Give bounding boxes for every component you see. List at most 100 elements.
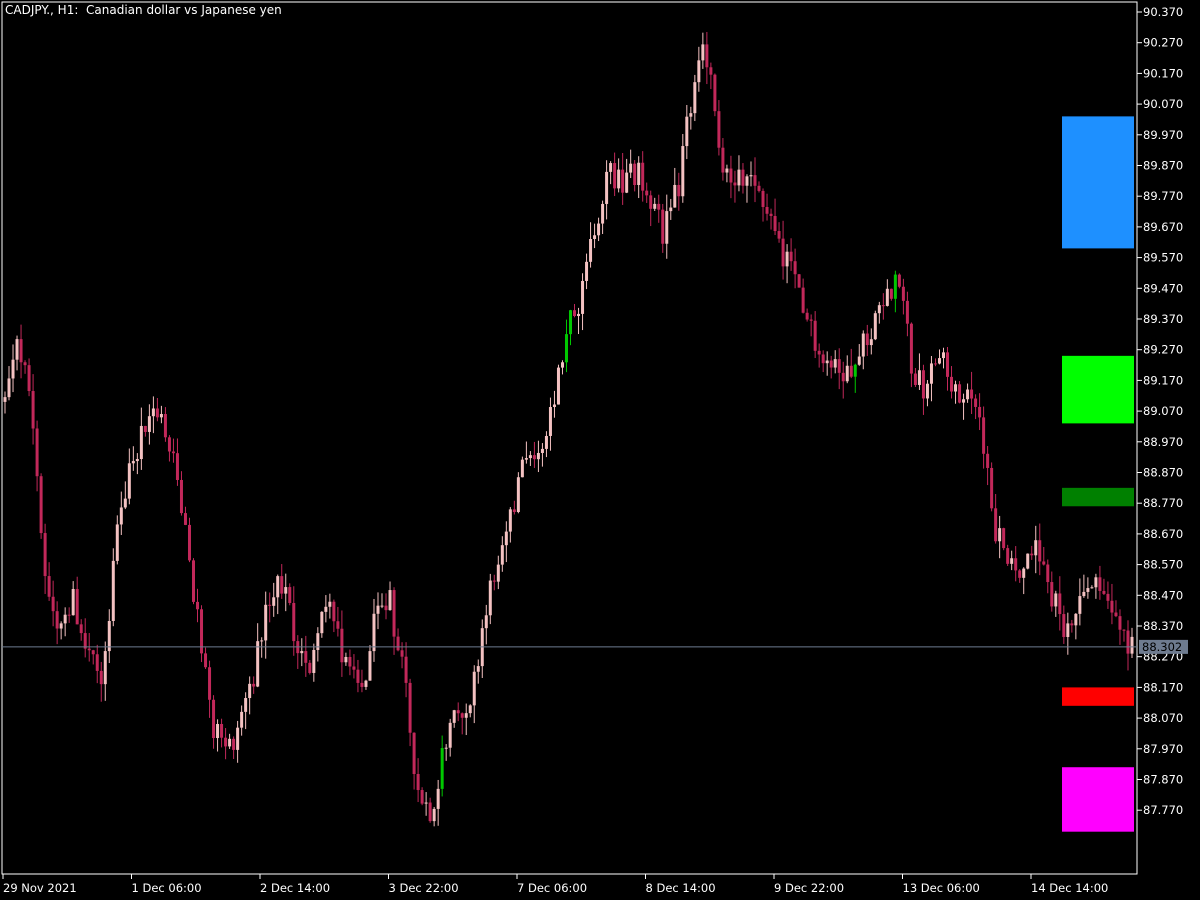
candle: [946, 346, 950, 391]
candle: [19, 324, 23, 379]
candle: [1078, 578, 1082, 626]
candle: [200, 605, 204, 663]
candle: [585, 253, 589, 290]
candle: [1130, 627, 1134, 659]
candle: [865, 324, 869, 356]
candle: [400, 642, 404, 669]
price-tick-label: 88.470: [1143, 588, 1183, 602]
candle: [937, 349, 941, 365]
candle: [986, 446, 990, 486]
candle: [1114, 600, 1118, 618]
candle: [1034, 525, 1038, 574]
candle: [1038, 523, 1042, 576]
candle: [966, 383, 970, 403]
candle: [857, 344, 861, 366]
candle: [877, 301, 881, 324]
candle: [55, 601, 59, 645]
candle: [460, 712, 464, 735]
candle: [508, 507, 512, 543]
time-tick-label: 9 Dec 22:00: [774, 881, 844, 895]
candle: [544, 431, 548, 458]
candle: [825, 351, 829, 376]
time-tick-label: 1 Dec 06:00: [132, 881, 202, 895]
candle: [7, 366, 11, 401]
price-tick-label: 88.670: [1143, 527, 1183, 541]
candle: [793, 248, 797, 289]
candle: [59, 621, 63, 640]
candle: [1054, 590, 1058, 617]
candle: [917, 353, 921, 390]
price-tick-label: 89.770: [1143, 189, 1183, 203]
candle: [468, 704, 472, 718]
candle: [175, 438, 179, 486]
candle: [147, 404, 151, 445]
candle: [597, 217, 601, 242]
candle: [111, 548, 115, 627]
candle: [232, 736, 236, 759]
candle: [1082, 574, 1086, 598]
candle: [1046, 559, 1050, 594]
candle: [705, 31, 709, 85]
candle: [974, 394, 978, 420]
price-tick-label: 90.170: [1143, 66, 1183, 80]
candle: [67, 607, 71, 623]
candle: [412, 732, 416, 790]
candle: [504, 521, 508, 563]
chart-frame: [1, 1, 1138, 875]
candle: [524, 441, 528, 464]
candle: [1090, 585, 1094, 589]
candle: [625, 158, 629, 194]
current-price-label: 88.302: [1142, 640, 1182, 654]
candle: [1118, 609, 1122, 645]
candle: [292, 586, 296, 656]
candle: [43, 523, 47, 594]
price-chart[interactable]: 90.370 90.270 90.170 90.070 89.970 89.870 89.7…: [0, 0, 1200, 900]
candle: [151, 396, 155, 434]
candle: [970, 371, 974, 415]
candle: [179, 471, 183, 516]
candle: [817, 343, 821, 368]
candle: [1066, 612, 1070, 655]
candle: [769, 208, 773, 230]
candle: [300, 638, 304, 667]
candle: [697, 46, 701, 92]
candle: [91, 649, 95, 665]
candle: [669, 198, 673, 220]
price-tick-label: 88.170: [1143, 680, 1183, 694]
candle: [123, 481, 127, 510]
candle: [621, 153, 625, 205]
candle: [196, 588, 200, 623]
candle: [717, 100, 721, 156]
candle: [1026, 553, 1030, 570]
candle: [444, 744, 448, 761]
candle: [352, 654, 356, 679]
candle: [929, 355, 933, 402]
time-tick-label: 2 Dec 14:00: [260, 881, 330, 895]
candle: [432, 806, 436, 827]
candle: [244, 692, 248, 730]
candle: [119, 491, 123, 535]
candle: [312, 643, 316, 682]
candle: [512, 500, 516, 515]
candle: [809, 314, 813, 337]
candle: [396, 628, 400, 652]
candle: [424, 792, 428, 816]
candle: [994, 493, 998, 544]
candle: [224, 728, 228, 760]
candle: [348, 649, 352, 676]
candle: [1094, 573, 1098, 599]
candle: [853, 363, 857, 393]
candle: [958, 381, 962, 404]
candle: [685, 104, 689, 160]
candle: [456, 702, 460, 722]
candle: [813, 311, 817, 359]
candle: [573, 303, 577, 318]
candle: [428, 797, 432, 823]
candle: [95, 644, 99, 684]
price-tick-label: 88.770: [1143, 496, 1183, 510]
candle: [673, 167, 677, 208]
candle: [609, 161, 613, 185]
candle: [881, 293, 885, 320]
candle: [548, 397, 552, 451]
candle: [328, 593, 332, 619]
